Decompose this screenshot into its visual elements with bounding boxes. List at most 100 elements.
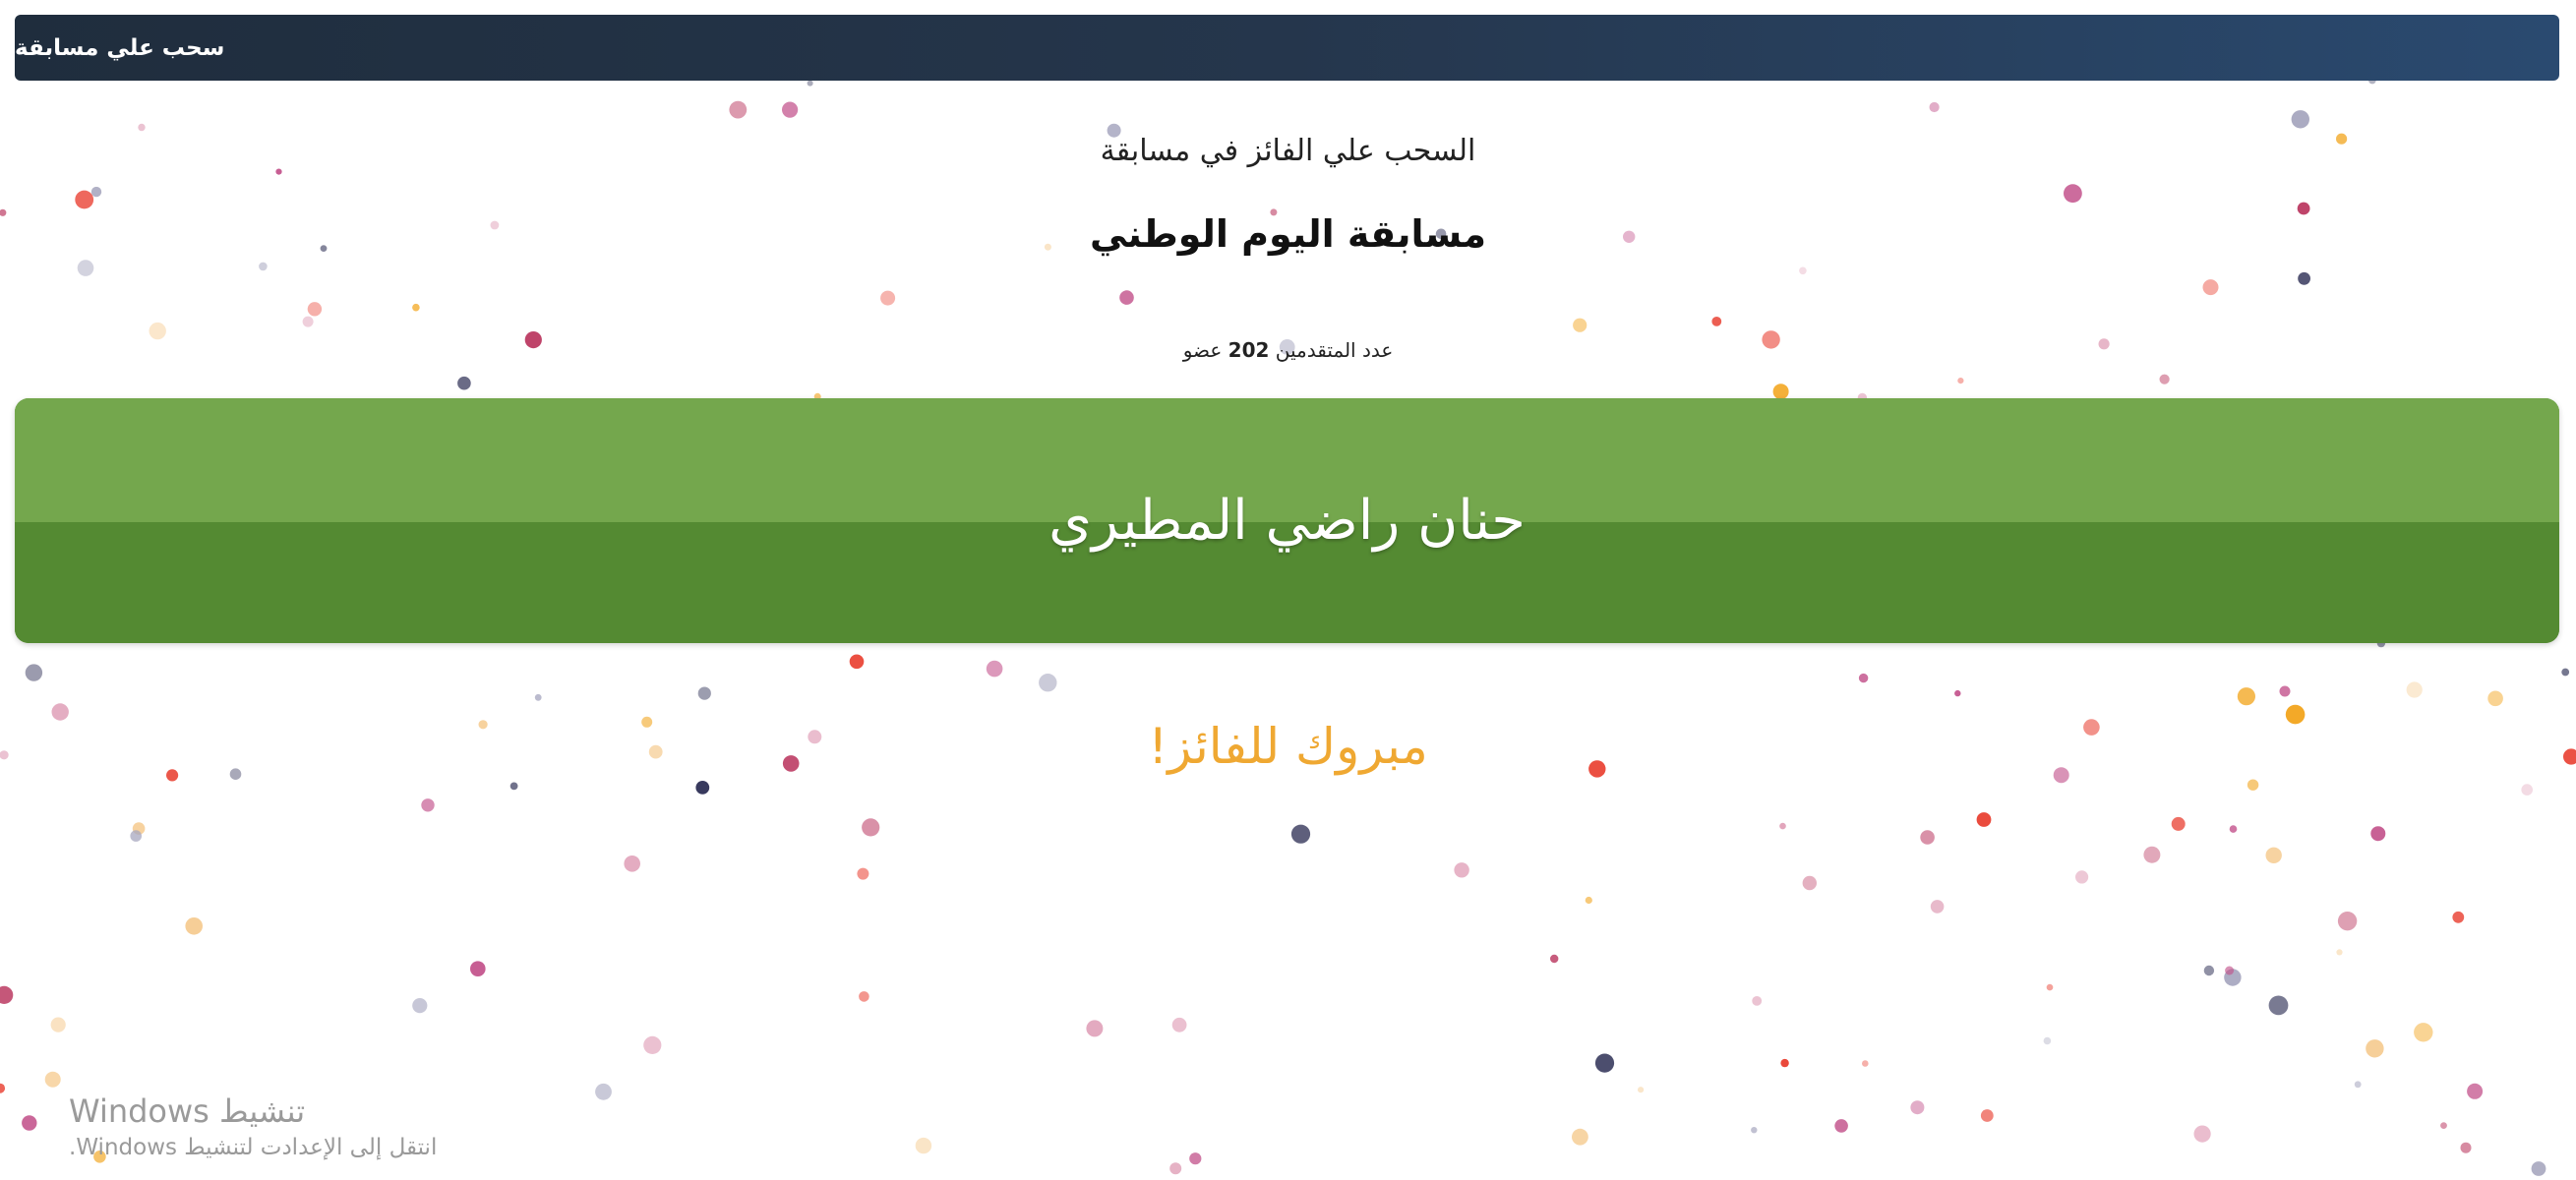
confetti-dot <box>2298 271 2311 285</box>
confetti-dot <box>1802 875 1818 891</box>
confetti-dot <box>470 961 486 976</box>
confetti-dot <box>2279 685 2291 697</box>
confetti-dot <box>2229 825 2238 833</box>
windows-activation-watermark: تنشيط Windows انتقل إلى الإعدادت لتنشيط … <box>69 1092 437 1164</box>
confetti-dot <box>2159 374 2170 384</box>
confetti-dot <box>1454 862 1469 878</box>
confetti-dot <box>132 822 146 835</box>
draw-page: سحب علي مسابقة السحب علي الفائز في مسابق… <box>0 0 2576 1180</box>
confetti-dot <box>2225 966 2235 975</box>
confetti-dot <box>1638 1087 1645 1093</box>
confetti-dot <box>1930 900 1945 914</box>
confetti-dot <box>149 322 166 340</box>
confetti-dot <box>130 830 142 842</box>
confetti-dot <box>1086 1020 1104 1037</box>
confetti-dot <box>729 100 748 119</box>
confetti-dot <box>862 818 880 837</box>
confetti-dot <box>1039 674 1057 692</box>
confetti-dot <box>1772 384 1789 400</box>
confetti-dot <box>807 80 813 87</box>
confetti-dot <box>695 781 710 795</box>
confetti-dot <box>2143 846 2161 863</box>
confetti-dot <box>1780 1058 1789 1068</box>
confetti-dot <box>2337 912 2358 931</box>
confetti-dot <box>2193 1125 2211 1143</box>
confetti-dot <box>302 316 314 327</box>
confetti-dot <box>697 686 711 700</box>
confetti-dot <box>2064 184 2082 204</box>
confetti-dot <box>1290 824 1311 844</box>
confetti-dot <box>1929 101 1940 113</box>
applicants-count: 202 <box>1228 338 1270 362</box>
confetti-dot <box>782 101 799 118</box>
confetti-dot <box>1858 673 1869 683</box>
confetti-dot <box>859 991 869 1002</box>
confetti-dot <box>2406 681 2423 698</box>
confetti-dot <box>2440 1122 2447 1129</box>
winner-name: حنان راضي المطيري <box>1048 489 1526 553</box>
competition-name: مسابقة اليوم الوطني <box>1090 212 1486 256</box>
confetti-dot <box>2268 995 2289 1016</box>
confetti-dot <box>412 303 420 312</box>
draw-subtitle: السحب علي الفائز في مسابقة <box>1100 134 1476 168</box>
confetti-dot <box>185 917 203 935</box>
applicants-label: عدد المتقدمين <box>1275 338 1394 362</box>
confetti-dot <box>2467 1083 2484 1099</box>
confetti-dot <box>2354 1081 2362 1089</box>
confetti-dot <box>1954 689 1961 697</box>
congrats-message: مبروك للفائز! <box>1148 718 1428 775</box>
confetti-dot <box>90 186 102 198</box>
confetti-dot <box>1171 1017 1187 1032</box>
confetti-dot <box>1573 318 1588 332</box>
applicants-unit: عضو <box>1182 338 1223 362</box>
confetti-dot <box>2237 687 2255 706</box>
confetti-dot <box>259 262 268 271</box>
confetti-dot <box>77 260 94 276</box>
confetti-dot <box>2452 911 2465 923</box>
confetti-dot <box>1980 1109 1994 1122</box>
confetti-dot <box>1751 1127 1758 1134</box>
confetti-dot <box>2247 779 2259 791</box>
confetti-dot <box>1862 1060 1869 1067</box>
confetti-dot <box>1169 1162 1182 1175</box>
confetti-dot <box>2046 983 2054 991</box>
windows-activation-subtitle: انتقل إلى الإعدادت لتنشيط Windows. <box>69 1135 438 1160</box>
page-title: سحب علي مسابقة <box>15 34 225 61</box>
confetti-dot <box>1550 954 1559 964</box>
confetti-dot <box>857 867 869 880</box>
confetti-dot <box>1189 1152 1202 1165</box>
confetti-dot <box>2521 784 2533 796</box>
confetti-dot <box>138 123 146 132</box>
confetti-dot <box>412 998 428 1014</box>
confetti-dot <box>624 856 640 872</box>
confetti-dot <box>2171 816 2186 831</box>
confetti-dot <box>880 290 896 306</box>
confetti-dot <box>2487 690 2503 707</box>
confetti-dot <box>2414 1023 2433 1042</box>
confetti-dot <box>534 693 542 701</box>
confetti-dot <box>1957 378 1964 384</box>
confetti-dot <box>0 1083 6 1093</box>
confetti-dot <box>2203 965 2215 976</box>
confetti-dot <box>457 376 471 390</box>
confetti-dot <box>643 1035 662 1054</box>
confetti-dot <box>1572 1128 1588 1146</box>
confetti-dot <box>1799 266 1807 275</box>
confetti-dot <box>1910 1100 1925 1115</box>
confetti-dot <box>2202 279 2219 296</box>
confetti-dot <box>2043 1036 2052 1045</box>
applicants-count-line: عدد المتقدمين 202 عضو <box>0 338 2576 362</box>
confetti-dot <box>986 660 1003 678</box>
confetti-dot <box>2291 110 2309 129</box>
confetti-dot <box>22 1115 37 1131</box>
confetti-dot <box>75 190 94 209</box>
winner-banner: حنان راضي المطيري <box>15 398 2559 643</box>
confetti-dot <box>1585 896 1592 905</box>
confetti-dot <box>0 985 14 1004</box>
confetti-dot <box>2370 826 2386 842</box>
confetti-dot <box>915 1137 932 1154</box>
confetti-dot <box>1920 830 1935 845</box>
confetti-dot <box>1711 317 1722 326</box>
confetti-dot <box>44 1071 61 1088</box>
windows-activation-title: تنشيط Windows <box>69 1092 306 1130</box>
